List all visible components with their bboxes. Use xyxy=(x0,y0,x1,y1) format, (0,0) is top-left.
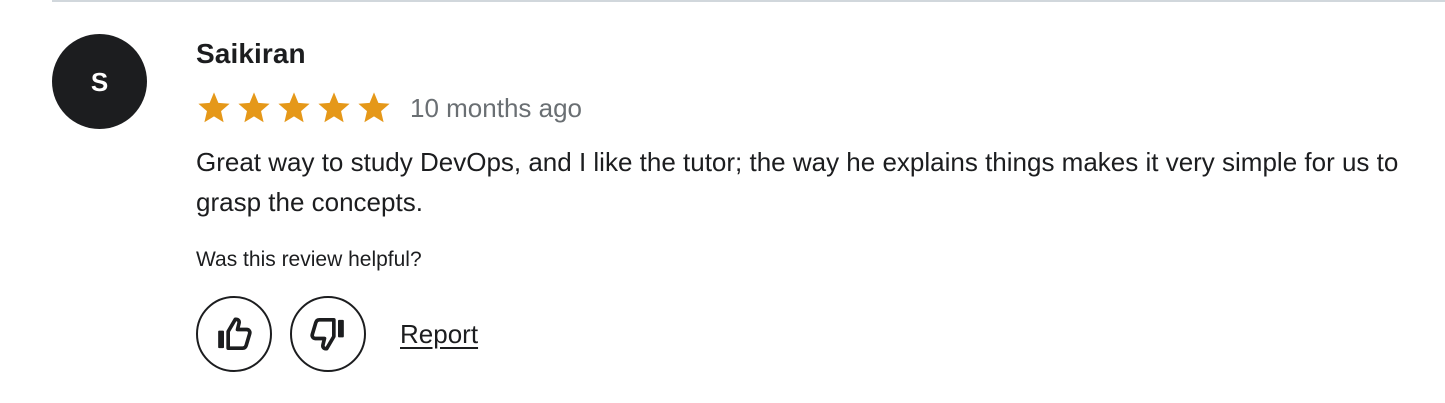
star-icon xyxy=(358,92,390,123)
thumbs-up-icon xyxy=(218,317,252,350)
helpful-question: Was this review helpful? xyxy=(196,248,422,271)
avatar: S xyxy=(52,34,147,129)
thumbs-down-icon xyxy=(310,318,344,351)
review-text: Great way to study DevOps, and I like th… xyxy=(196,147,1399,217)
review-content: Saikiran 10 months ago Great way to stud… xyxy=(196,36,1436,372)
star-icon xyxy=(198,92,230,123)
thumbs-up-button[interactable] xyxy=(196,296,272,372)
star-icon xyxy=(238,92,270,123)
thumbs-down-button[interactable] xyxy=(290,296,366,372)
report-link[interactable]: Report xyxy=(400,319,478,350)
feedback-actions: Report xyxy=(196,296,1436,372)
rating-row: 10 months ago xyxy=(196,90,1436,126)
star-rating xyxy=(196,90,392,126)
top-divider xyxy=(52,0,1445,2)
avatar-initial: S xyxy=(90,66,109,97)
star-icon xyxy=(318,92,350,123)
star-icon xyxy=(278,92,310,123)
reviewer-name: Saikiran xyxy=(196,38,306,69)
review-time: 10 months ago xyxy=(410,93,583,123)
